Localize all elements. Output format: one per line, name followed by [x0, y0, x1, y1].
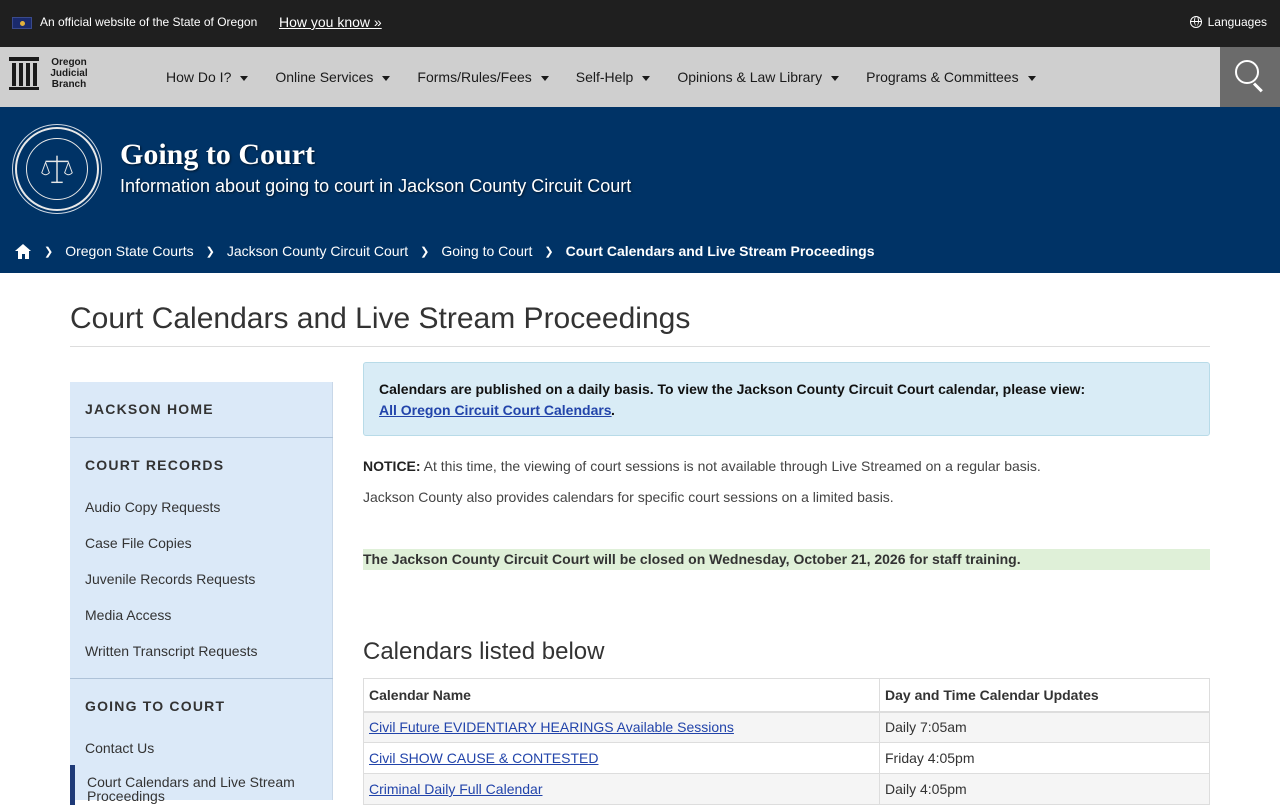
notice-text: At this time, the viewing of court sessi… [420, 458, 1041, 474]
languages-label: Languages [1207, 15, 1267, 29]
caret-down-icon [642, 75, 651, 81]
active-indicator [70, 765, 75, 805]
caret-down-icon [1027, 75, 1036, 81]
info-text: Calendars are published on a daily basis… [379, 381, 1086, 397]
sidebar-divider [70, 437, 333, 438]
calendars-heading: Calendars listed below [363, 638, 605, 665]
nav-programs-committees[interactable]: Programs & Committees [866, 69, 1036, 85]
sidebar-item-media-access[interactable]: Media Access [85, 607, 171, 623]
breadcrumb-current: Court Calendars and Live Stream Proceedi… [565, 243, 875, 259]
sidebar-item-written-transcript[interactable]: Written Transcript Requests [85, 643, 257, 659]
nav-online-services[interactable]: Online Services [275, 69, 391, 85]
chevron-right-icon: ❯ [544, 245, 554, 258]
page-title: Court Calendars and Live Stream Proceedi… [70, 302, 691, 335]
calendars-table: Calendar Name Day and Time Calendar Upda… [363, 678, 1210, 805]
nav-self-help[interactable]: Self-Help [576, 69, 651, 85]
info-period: . [611, 402, 615, 418]
chevron-right-icon: ❯ [205, 245, 215, 258]
caret-down-icon [540, 75, 549, 81]
column-header-calendar-name: Calendar Name [363, 678, 880, 713]
chevron-right-icon: ❯ [420, 245, 430, 258]
nav-opinions-law-library[interactable]: Opinions & Law Library [677, 69, 840, 85]
page-banner: Going to Court Information about going t… [0, 107, 1280, 273]
sidebar-item-audio-copy[interactable]: Audio Copy Requests [85, 499, 220, 515]
calendar-name-cell: Civil SHOW CAUSE & CONTESTED [363, 742, 880, 774]
search-button[interactable] [1220, 47, 1280, 107]
limited-calendars-note: Jackson County also provides calendars f… [363, 489, 894, 505]
sidebar-item-contact-us[interactable]: Contact Us [85, 740, 154, 756]
home-icon[interactable] [15, 243, 32, 259]
table-row: Civil SHOW CAUSE & CONTESTED Friday 4:05… [363, 742, 1210, 774]
sidebar-jackson-home[interactable]: JACKSON HOME [85, 401, 214, 417]
logo-text: Oregon Judicial Branch [50, 57, 88, 90]
closure-alert-text: The Jackson County Circuit Court will be… [363, 551, 1021, 567]
sidebar-item-juvenile-records[interactable]: Juvenile Records Requests [85, 571, 255, 587]
calendar-name-cell: Civil Future EVIDENTIARY HEARINGS Availa… [363, 711, 880, 743]
breadcrumb-going-to-court[interactable]: Going to Court [441, 243, 532, 259]
notice-label: NOTICE: [363, 458, 421, 474]
oregon-flag-icon [12, 17, 32, 29]
main-navigation: Oregon Judicial Branch How Do I? Online … [0, 47, 1280, 107]
languages-button[interactable]: Languages [1189, 15, 1267, 29]
globe-icon [1189, 16, 1202, 28]
breadcrumb-oregon-state-courts[interactable]: Oregon State Courts [65, 243, 193, 259]
sidebar-heading-going-to-court[interactable]: GOING TO COURT [85, 698, 225, 714]
calendar-link[interactable]: Civil Future EVIDENTIARY HEARINGS Availa… [369, 719, 734, 735]
table-row: Civil Future EVIDENTIARY HEARINGS Availa… [363, 711, 1210, 743]
table-header-row: Calendar Name Day and Time Calendar Upda… [363, 678, 1210, 713]
chevron-right-icon: ❯ [44, 245, 54, 258]
sidebar-item-court-calendars[interactable]: Court Calendars and Live Stream Proceedi… [70, 765, 333, 805]
sidebar-heading-court-records[interactable]: COURT RECORDS [85, 457, 224, 473]
calendar-link[interactable]: Civil SHOW CAUSE & CONTESTED [369, 750, 598, 766]
courthouse-columns-icon [9, 57, 39, 90]
breadcrumb-jackson-county[interactable]: Jackson County Circuit Court [227, 243, 408, 259]
nav-menu: How Do I? Online Services Forms/Rules/Fe… [166, 47, 1063, 107]
official-website-text: An official website of the State of Oreg… [40, 15, 258, 29]
column-header-update-time: Day and Time Calendar Updates [879, 678, 1210, 713]
all-oregon-calendars-link[interactable]: All Oregon Circuit Court Calendars [379, 402, 612, 418]
banner-subtitle: Information about going to court in Jack… [120, 176, 632, 196]
caret-down-icon [831, 75, 840, 81]
banner-title: Going to Court [120, 138, 315, 171]
update-time-cell: Friday 4:05pm [879, 742, 1210, 774]
sidebar-nav: JACKSON HOME COURT RECORDS Audio Copy Re… [70, 382, 333, 805]
caret-down-icon [240, 75, 249, 81]
search-icon [1235, 60, 1259, 84]
sidebar-item-case-file[interactable]: Case File Copies [85, 535, 192, 551]
title-divider [70, 346, 1210, 347]
ojd-logo-link[interactable]: Oregon Judicial Branch [9, 57, 91, 90]
breadcrumb: ❯ Oregon State Courts ❯ Jackson County C… [15, 243, 875, 259]
closure-alert: The Jackson County Circuit Court will be… [363, 549, 1210, 570]
sidebar-divider [70, 678, 333, 679]
how-you-know-link[interactable]: How you know » [279, 14, 382, 30]
calendar-link[interactable]: Criminal Daily Full Calendar [369, 781, 543, 797]
judicial-department-seal-icon [15, 127, 99, 211]
caret-down-icon [382, 75, 391, 81]
official-banner: An official website of the State of Oreg… [0, 0, 1280, 47]
notice-paragraph: NOTICE: At this time, the viewing of cou… [363, 458, 1041, 474]
sidebar-item-label: Court Calendars and Live Stream Proceedi… [87, 774, 295, 804]
nav-forms-rules-fees[interactable]: Forms/Rules/Fees [417, 69, 549, 85]
update-time-cell: Daily 7:05am [879, 711, 1210, 743]
nav-how-do-i[interactable]: How Do I? [166, 69, 249, 85]
info-callout: Calendars are published on a daily basis… [363, 362, 1210, 436]
